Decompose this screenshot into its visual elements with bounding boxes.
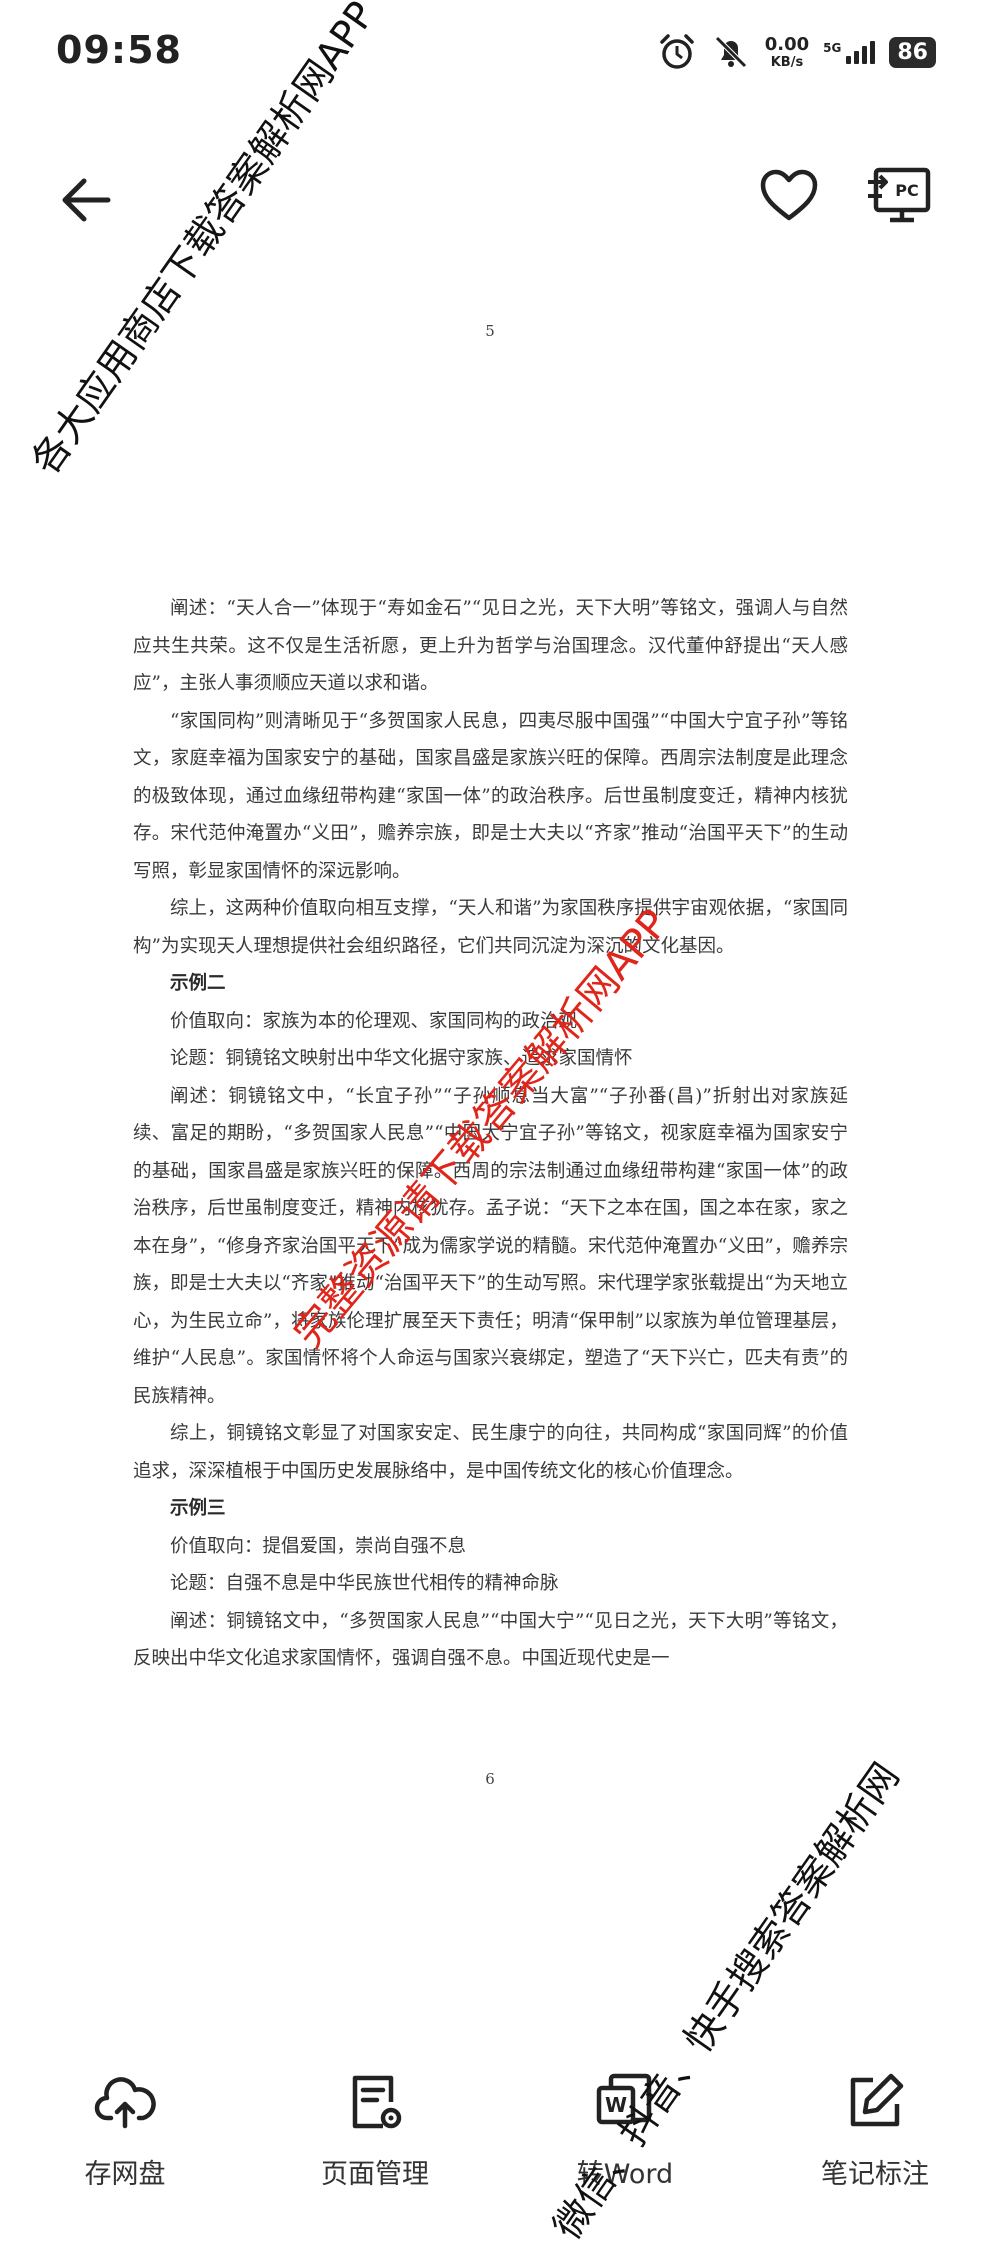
signal-bar (870, 40, 876, 64)
top-nav: PC (0, 150, 1000, 240)
signal-bar (846, 55, 852, 64)
network-type: 5G (823, 40, 842, 55)
arrow-left-icon[interactable] (56, 170, 116, 230)
mute-bell-icon (714, 36, 747, 68)
document-body: 阐述：“天人合一”体现于“寿如金石”“见日之光，天下大明”等铭文，强调人与自然应… (133, 590, 848, 1678)
status-time: 09:58 (56, 28, 182, 72)
page-manage-button[interactable]: 页面管理 (275, 2040, 475, 2222)
signal-bar (854, 50, 860, 64)
signal-bar (862, 45, 868, 64)
network-speed: 0.00 KB/s (764, 33, 810, 70)
paragraph: 综上，铜镜铭文彰显了对国家安定、民生康宁的向往，共同构成“家国同辉”的价值追求，… (133, 1423, 848, 1482)
battery-level: 86 (889, 36, 936, 68)
convert-word-label: 转Word (576, 2159, 674, 2190)
signal-strength: 5G (823, 40, 876, 64)
bottom-toolbar: 存网盘 页面管理 W 转Word 笔记标注 (0, 2040, 1000, 2222)
paragraph: 论题：铜镜铭文映射出中华文化据守家族、追求家国情怀 (170, 1048, 633, 1069)
notes-label: 笔记标注 (821, 2159, 929, 2190)
page-manage-label: 页面管理 (321, 2159, 429, 2190)
paragraph: 价值取向：家族为本的伦理观、家国同构的政治观 (170, 1010, 578, 1032)
word-convert-icon: W (596, 2073, 652, 2125)
edit-note-icon (850, 2073, 904, 2127)
page-number-bottom: 6 (485, 1770, 495, 1788)
paragraph: 论题：自强不息是中华民族世代相传的精神命脉 (170, 1573, 559, 1594)
paragraph: 阐述：铜镜铭文中，“长宜子孙”“子孙顺息当大富”“子孙番(昌)”折射出对家族延续… (133, 1085, 848, 1407)
cast-to-pc-icon[interactable]: PC (866, 164, 936, 230)
page-settings-icon (352, 2075, 402, 2129)
status-icons: 0.00 KB/s 5G 86 (657, 30, 936, 74)
page-number-top: 5 (485, 322, 495, 340)
alarm-icon (660, 34, 694, 69)
heart-icon[interactable] (757, 164, 821, 228)
notes-button[interactable]: 笔记标注 (775, 2040, 975, 2222)
svg-text:W: W (605, 2093, 627, 2117)
cloud-upload-icon (94, 2077, 156, 2129)
save-to-cloud-button[interactable]: 存网盘 (25, 2040, 225, 2222)
paragraph: 阐述：铜镜铭文中，“多贺国家人民息”“中国大宁”“见日之光，天下大明”等铭文，反… (133, 1610, 848, 1670)
network-speed-value: 0.00 (764, 33, 810, 55)
section-heading: 示例三 (170, 1498, 226, 1519)
section-heading: 示例二 (170, 973, 226, 994)
paragraph: “家国同构”则清晰见于“多贺国家人民息，四夷尽服中国强”“中国大宁宜子孙”等铭文… (133, 710, 848, 882)
paragraph: 阐述：“天人合一”体现于“寿如金石”“见日之光，天下大明”等铭文，强调人与自然应… (133, 598, 848, 694)
paragraph: 综上，这两种价值取向相互支撑，“天人和谐”为家国秩序提供宇宙观依据，“家国同构”… (133, 898, 848, 957)
network-speed-unit: KB/s (770, 54, 804, 70)
status-bar: 09:58 0.00 KB/s 5G 86 (0, 0, 1000, 110)
convert-word-button[interactable]: W 转Word (525, 2040, 725, 2222)
pc-label: PC (895, 181, 918, 200)
save-to-cloud-label: 存网盘 (84, 2159, 166, 2190)
paragraph: 价值取向：提倡爱国，崇尚自强不息 (170, 1535, 467, 1557)
